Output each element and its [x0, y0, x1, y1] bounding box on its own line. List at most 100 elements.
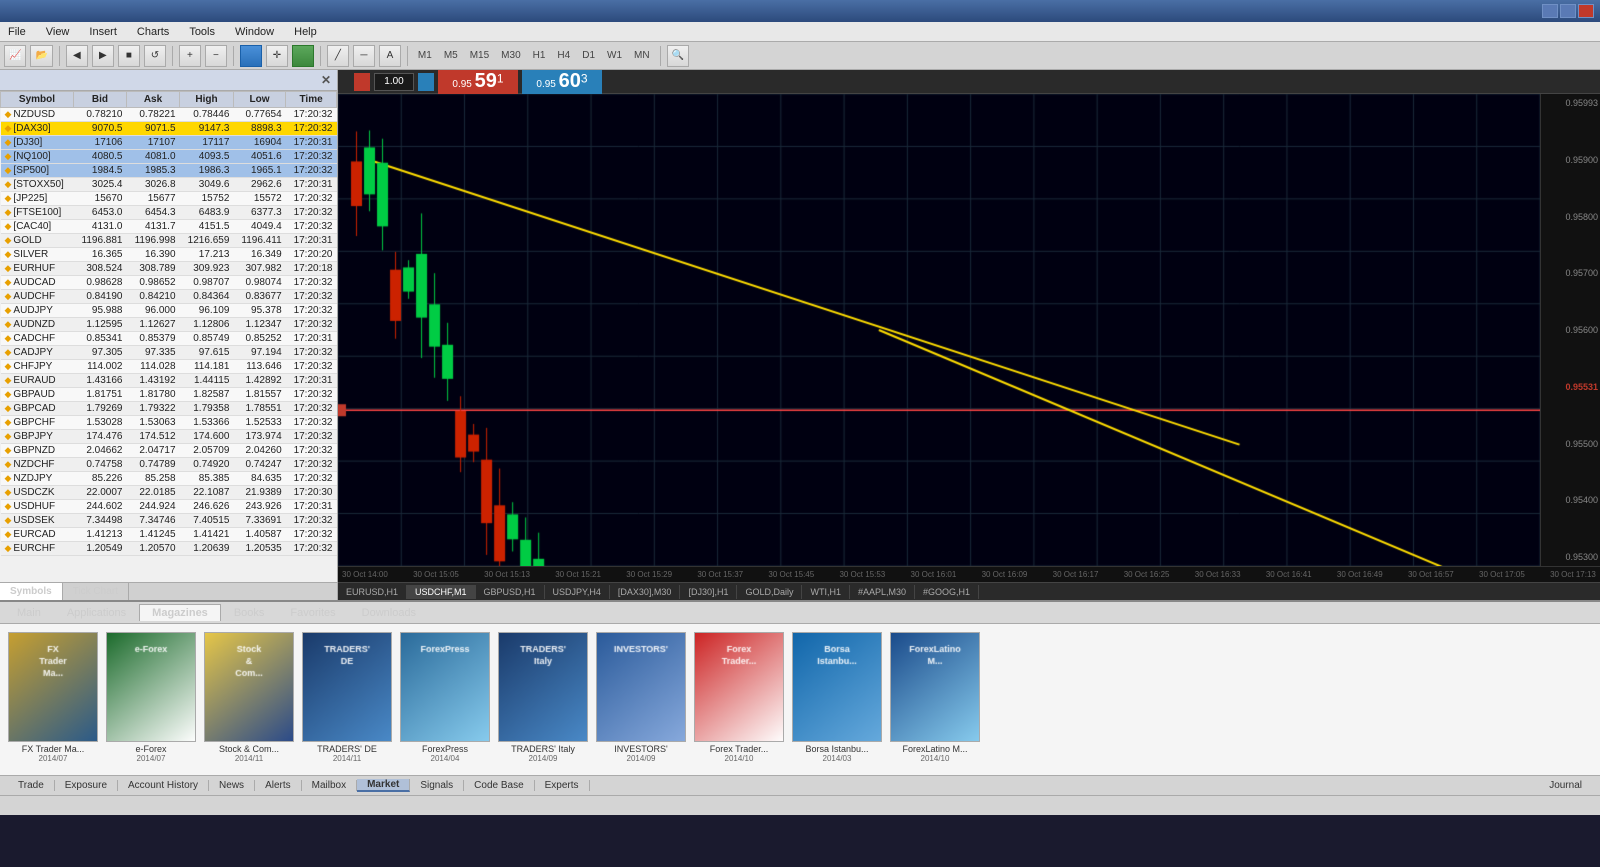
table-row[interactable]: ◆CADJPY97.30597.33597.61597.19417:20:32: [1, 346, 337, 360]
tf-d1[interactable]: D1: [582, 50, 595, 61]
magazine-item-9[interactable]: ForexLatino M...2014/10: [890, 632, 980, 763]
chart-tab-eurusd[interactable]: EURUSD,H1: [338, 585, 407, 599]
tab-main[interactable]: Main: [4, 604, 54, 621]
magazine-item-6[interactable]: INVESTORS'2014/09: [596, 632, 686, 763]
tf-w1[interactable]: W1: [607, 50, 622, 61]
chart-tab-wti[interactable]: WTI,H1: [802, 585, 850, 599]
tf-m15[interactable]: M15: [470, 50, 489, 61]
refresh-button[interactable]: ↺: [144, 45, 166, 67]
tab-downloads[interactable]: Downloads: [349, 604, 429, 621]
table-row[interactable]: ◆EURCAD1.412131.412451.414211.4058717:20…: [1, 528, 337, 542]
table-row[interactable]: ◆USDHUF244.602244.924246.626243.92617:20…: [1, 500, 337, 514]
table-row[interactable]: ◆CHFJPY114.002114.028114.181113.64617:20…: [1, 360, 337, 374]
statusbar-news[interactable]: News: [209, 780, 255, 791]
crosshair-button[interactable]: ✛: [266, 45, 288, 67]
chart-canvas[interactable]: [338, 94, 1540, 566]
magazine-item-3[interactable]: TRADERS' DE2014/11: [302, 632, 392, 763]
forward-button[interactable]: ▶: [92, 45, 114, 67]
table-row[interactable]: ◆EURAUD1.431661.431921.441151.4289217:20…: [1, 374, 337, 388]
statusbar-mailbox[interactable]: Mailbox: [302, 780, 357, 791]
table-row[interactable]: ◆[CAC40]4131.04131.74151.54049.417:20:32: [1, 220, 337, 234]
menu-file[interactable]: File: [4, 24, 30, 40]
zoom-in-button[interactable]: +: [179, 45, 201, 67]
auto-trading-button[interactable]: [292, 45, 314, 67]
hline-tool-button[interactable]: ─: [353, 45, 375, 67]
chart-tab-dax30[interactable]: [DAX30],M30: [610, 585, 681, 599]
statusbar-experts[interactable]: Experts: [535, 780, 590, 791]
table-row[interactable]: ◆[SP500]1984.51985.31986.31965.117:20:32: [1, 164, 337, 178]
statusbar-market[interactable]: Market: [357, 779, 410, 792]
table-row[interactable]: ◆AUDJPY95.98896.00096.10995.37817:20:32: [1, 304, 337, 318]
chart-tab-usdjpy[interactable]: USDJPY,H4: [545, 585, 610, 599]
menu-view[interactable]: View: [42, 24, 74, 40]
tf-m5[interactable]: M5: [444, 50, 458, 61]
statusbar-signals[interactable]: Signals: [410, 780, 464, 791]
table-row[interactable]: ◆GBPCAD1.792691.793221.793581.7855117:20…: [1, 402, 337, 416]
chart-tab-aapl[interactable]: #AAPL,M30: [850, 585, 915, 599]
new-chart-button[interactable]: 📈: [4, 45, 26, 67]
zoom-out-button[interactable]: −: [205, 45, 227, 67]
menu-charts[interactable]: Charts: [133, 24, 173, 40]
table-row[interactable]: ◆[DJ30]1710617107171171690417:20:31: [1, 136, 337, 150]
table-row[interactable]: ◆EURCHF1.205491.205701.206391.2053517:20…: [1, 542, 337, 556]
table-row[interactable]: ◆[NQ100]4080.54081.04093.54051.617:20:32: [1, 150, 337, 164]
table-row[interactable]: ◆[DAX30]9070.59071.59147.38898.317:20:32: [1, 122, 337, 136]
chart-tab-usdchf[interactable]: USDCHF,M1: [407, 585, 476, 599]
line-tool-button[interactable]: ╱: [327, 45, 349, 67]
tf-mn[interactable]: MN: [634, 50, 650, 61]
table-row[interactable]: ◆[STOXX50]3025.43026.83049.62962.617:20:…: [1, 178, 337, 192]
register-link[interactable]: [1548, 611, 1572, 615]
market-watch-close[interactable]: ✕: [321, 73, 331, 87]
minimize-button[interactable]: [1542, 4, 1558, 18]
magazine-item-0[interactable]: FX Trader Ma...2014/07: [8, 632, 98, 763]
table-row[interactable]: ◆GOLD1196.8811196.9981216.6591196.41117:…: [1, 234, 337, 248]
search-button[interactable]: 🔍: [667, 45, 689, 67]
table-row[interactable]: ◆EURHUF308.524308.789309.923307.98217:20…: [1, 262, 337, 276]
mw-tab-tick[interactable]: Tick Chart: [63, 583, 129, 600]
tf-m30[interactable]: M30: [501, 50, 520, 61]
chart-tab-goog[interactable]: #GOOG,H1: [915, 585, 979, 599]
maximize-button[interactable]: [1560, 4, 1576, 18]
statusbar-exposure[interactable]: Exposure: [55, 780, 118, 791]
stop-button[interactable]: ■: [118, 45, 140, 67]
tab-books[interactable]: Books: [221, 604, 278, 621]
mw-tab-symbols[interactable]: Symbols: [0, 583, 63, 600]
menu-window[interactable]: Window: [231, 24, 278, 40]
table-row[interactable]: ◆NZDUSD0.782100.782210.784460.7765417:20…: [1, 108, 337, 122]
statusbar-codebase[interactable]: Code Base: [464, 780, 534, 791]
menu-insert[interactable]: Insert: [85, 24, 121, 40]
tab-applications[interactable]: Applications: [54, 604, 139, 621]
table-row[interactable]: ◆AUDCHF0.841900.842100.843640.8367717:20…: [1, 290, 337, 304]
magazine-item-1[interactable]: e-Forex2014/07: [106, 632, 196, 763]
statusbar-account-history[interactable]: Account History: [118, 780, 209, 791]
chart-tab-dj30[interactable]: [DJ30],H1: [680, 585, 737, 599]
filter-all[interactable]: [1572, 611, 1596, 615]
close-button[interactable]: [1578, 4, 1594, 18]
statusbar-trade[interactable]: Trade: [8, 780, 55, 791]
statusbar-journal[interactable]: Journal: [1539, 780, 1592, 791]
table-row[interactable]: ◆SILVER16.36516.39017.21316.34917:20:20: [1, 248, 337, 262]
table-row[interactable]: ◆NZDCHF0.747580.747890.749200.7424717:20…: [1, 458, 337, 472]
tab-magazines[interactable]: Magazines: [139, 604, 221, 621]
tab-favorites[interactable]: Favorites: [277, 604, 348, 621]
table-row[interactable]: ◆GBPNZD2.046622.047172.057092.0426017:20…: [1, 444, 337, 458]
table-row[interactable]: ◆GBPCHF1.530281.530631.533661.5253317:20…: [1, 416, 337, 430]
table-row[interactable]: ◆NZDJPY85.22685.25885.38584.63517:20:32: [1, 472, 337, 486]
magazine-item-4[interactable]: ForexPress2014/04: [400, 632, 490, 763]
statusbar-alerts[interactable]: Alerts: [255, 780, 302, 791]
sell-button[interactable]: [354, 73, 370, 91]
table-row[interactable]: ◆USDCZK22.000722.018522.108721.938917:20…: [1, 486, 337, 500]
lot-input[interactable]: [374, 73, 414, 91]
back-button[interactable]: ◀: [66, 45, 88, 67]
magazine-item-2[interactable]: Stock & Com...2014/11: [204, 632, 294, 763]
magazine-item-8[interactable]: Borsa Istanbu...2014/03: [792, 632, 882, 763]
tf-h4[interactable]: H4: [557, 50, 570, 61]
table-row[interactable]: ◆GBPAUD1.817511.817801.825871.8155717:20…: [1, 388, 337, 402]
table-row[interactable]: ◆[JP225]1567015677157521557217:20:32: [1, 192, 337, 206]
magazine-item-5[interactable]: TRADERS' Italy2014/09: [498, 632, 588, 763]
new-order-button[interactable]: [240, 45, 262, 67]
table-row[interactable]: ◆CADCHF0.853410.853790.857490.8525217:20…: [1, 332, 337, 346]
buy-button[interactable]: [418, 73, 434, 91]
open-button[interactable]: 📂: [30, 45, 52, 67]
menu-help[interactable]: Help: [290, 24, 321, 40]
